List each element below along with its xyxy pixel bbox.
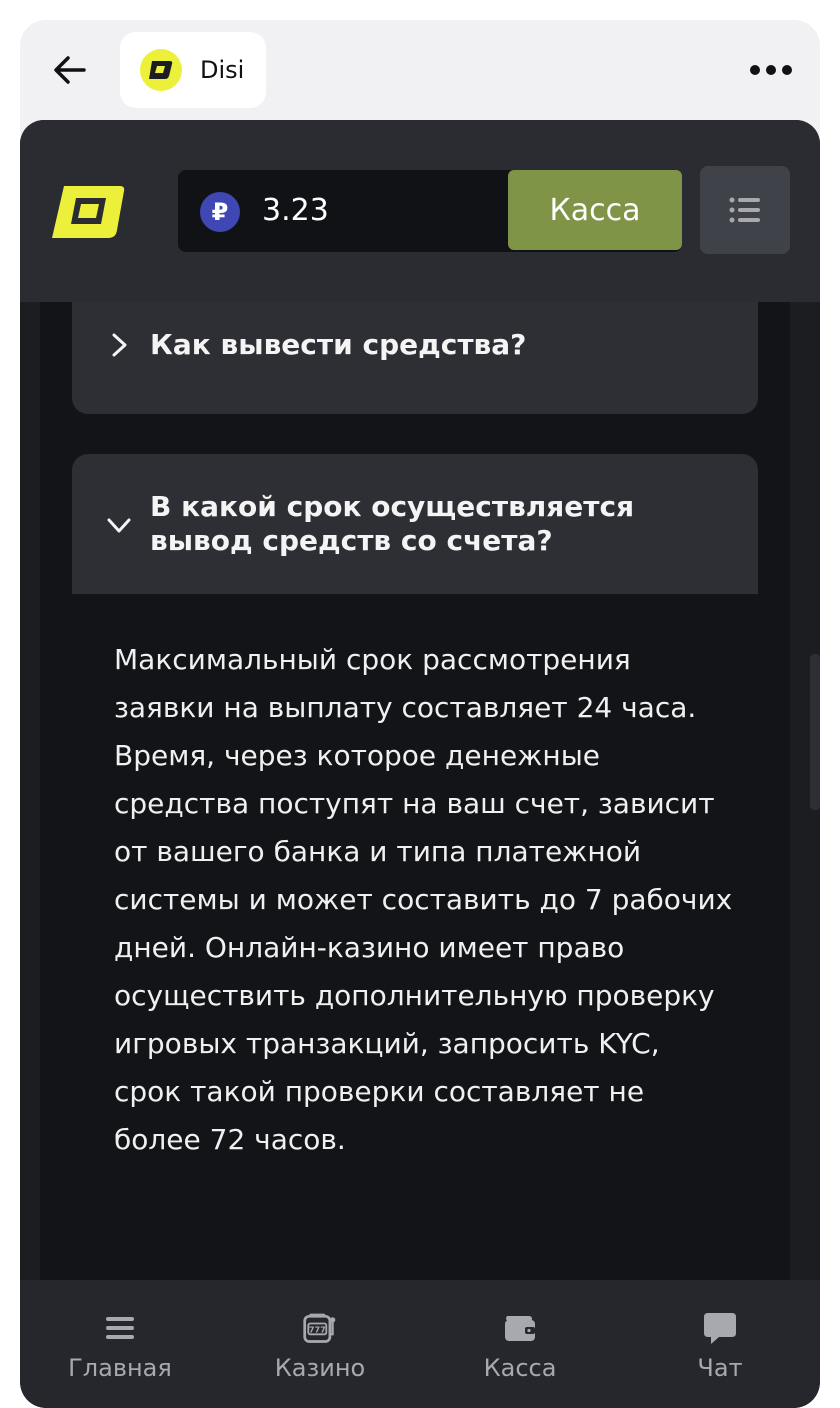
nav-label: Касса [483,1354,557,1382]
back-button[interactable] [48,48,92,92]
faq-answer: Максимальный срок рассмотрения заявки на… [114,643,733,1156]
cashier-button[interactable]: Касса [508,170,682,250]
nav-label: Чат [697,1354,743,1382]
faq-content: Как вывести средства? В какой срок осуще… [40,302,790,1282]
faq-question: Как вывести средства? [150,328,527,361]
nav-item-cashier[interactable]: Касса [420,1280,620,1408]
slot-machine-icon: 777 [302,1310,338,1346]
app-header: ₽ 3.23 Касса [20,120,820,302]
mini-app-frame: Disi ₽ 3.23 Касса Как вывести средства? … [20,20,820,1408]
ruble-icon: ₽ [200,192,240,232]
arrow-left-icon [54,56,86,84]
nav-label: Казино [274,1354,366,1382]
nav-label: Главная [68,1354,172,1382]
dot-icon [782,65,792,75]
brand-logo-icon[interactable] [50,184,126,240]
menu-button[interactable] [700,166,790,254]
balance-value: 3.23 [262,193,329,228]
more-options-button[interactable] [750,58,792,82]
nav-item-casino[interactable]: 777 Казино [220,1280,420,1408]
nav-item-chat[interactable]: Чат [620,1280,820,1408]
balance-box[interactable]: ₽ 3.23 Касса [178,170,682,252]
bottom-nav: Главная 777 Казино Касса Чат [20,1280,820,1408]
chat-icon [702,1310,738,1346]
app-name: Disi [200,56,245,84]
list-icon [729,197,760,223]
disi-logo-icon [140,49,182,91]
wallet-icon [502,1310,538,1346]
chevron-down-icon [107,518,131,533]
dot-icon [766,65,776,75]
svg-text:777: 777 [309,1325,326,1335]
app-chip[interactable]: Disi [120,32,266,108]
mini-app-topbar: Disi [20,20,820,120]
faq-question: В какой срок осуществляется вывод средст… [150,490,635,557]
scrollbar[interactable] [810,654,820,810]
casino-app: ₽ 3.23 Касса Как вывести средства? В как… [20,120,820,1408]
menu-icon [102,1310,138,1346]
nav-item-home[interactable]: Главная [20,1280,220,1408]
faq-item-expanded[interactable]: В какой срок осуществляется вывод средст… [72,454,758,594]
chevron-right-icon [112,333,127,357]
faq-item[interactable]: Как вывести средства? [72,302,758,414]
dot-icon [750,65,760,75]
